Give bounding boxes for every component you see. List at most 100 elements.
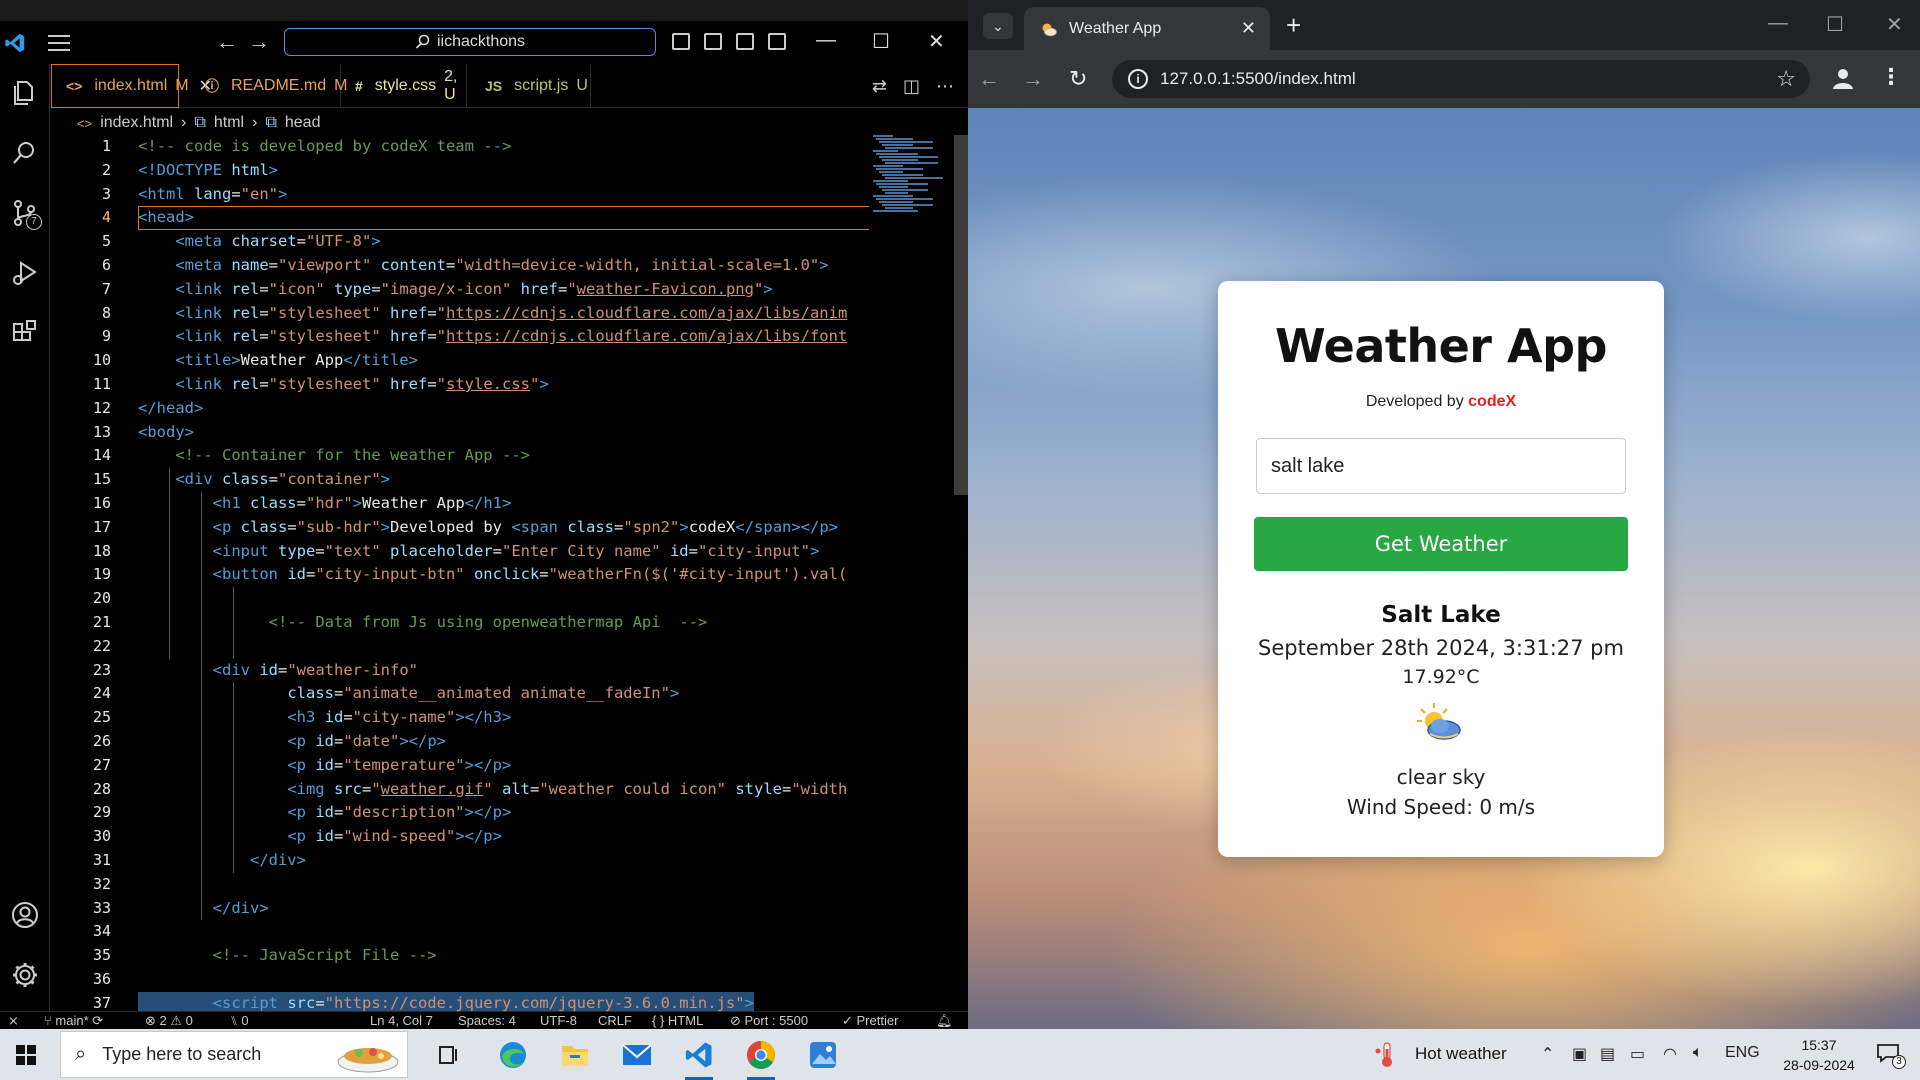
indentation[interactable]: Spaces: 4 bbox=[458, 1013, 516, 1028]
code-line[interactable]: class="animate__animated animate__fadeIn… bbox=[138, 682, 679, 706]
code-editor[interactable]: 1 2 3 4 5 6 7 8 9 10 11 12 13 14 15 16 17 18 19 20 21 22 23 24 2… bbox=[51, 135, 968, 1012]
address-bar[interactable]: i 127.0.0.1:5500/index.html ☆ bbox=[1112, 60, 1810, 98]
minimize-icon[interactable]: — bbox=[1768, 12, 1788, 35]
live-server-port[interactable]: ⊘ Port : 5500 bbox=[730, 1013, 808, 1029]
breadcrumb-item[interactable]: index.html bbox=[100, 114, 173, 132]
back-arrow-icon[interactable]: ← bbox=[216, 31, 238, 53]
profile-avatar-icon[interactable] bbox=[1830, 65, 1856, 91]
code-line[interactable]: <!-- JavaScript File --> bbox=[138, 944, 437, 968]
code-area[interactable]: <!-- code is developed by codeX team -->… bbox=[138, 135, 869, 1011]
back-arrow-icon[interactable]: ← bbox=[978, 66, 1000, 92]
taskbar-search-box[interactable]: ⌕ Type here to search bbox=[60, 1031, 408, 1078]
accounts-icon[interactable] bbox=[8, 898, 42, 932]
source-control-icon[interactable]: 7 bbox=[8, 196, 42, 230]
ports[interactable]: ⑊ 0 bbox=[230, 1013, 249, 1028]
code-line[interactable]: <link rel="stylesheet" href="https://cdn… bbox=[138, 302, 847, 326]
close-icon[interactable]: ✕ bbox=[1886, 12, 1903, 37]
code-line[interactable]: <div class="container"> bbox=[138, 468, 390, 492]
battery-icon[interactable]: ▭ bbox=[1630, 1044, 1645, 1064]
get-weather-button[interactable]: Get Weather bbox=[1254, 517, 1628, 571]
open-changes-icon[interactable]: ⇄ bbox=[872, 76, 887, 97]
maximize-icon[interactable]: ☐ bbox=[872, 29, 890, 54]
run-debug-icon[interactable] bbox=[8, 256, 42, 290]
editor-tab[interactable]: ⓘ README.md M bbox=[191, 64, 347, 108]
editor-tab[interactable]: JS script.js U bbox=[471, 64, 591, 108]
settings-gear-icon[interactable] bbox=[8, 958, 42, 992]
tab-search-chevron-icon[interactable]: ⌄ bbox=[983, 13, 1013, 39]
extensions-icon[interactable] bbox=[8, 316, 42, 350]
tab-close-icon[interactable]: ✕ bbox=[1241, 18, 1256, 39]
maximize-icon[interactable]: ☐ bbox=[1826, 12, 1844, 37]
code-line[interactable]: <div id="weather-info" bbox=[138, 659, 418, 683]
code-line[interactable]: <h3 id="city-name"></h3> bbox=[138, 706, 511, 730]
toggle-secondary-sidebar-icon[interactable] bbox=[736, 33, 754, 50]
browser-tab[interactable]: Weather App ✕ bbox=[1024, 7, 1270, 50]
code-line[interactable]: <meta charset="UTF-8"> bbox=[138, 230, 380, 254]
line-ending[interactable]: CRLF bbox=[598, 1013, 632, 1028]
vscode-taskbar-icon[interactable] bbox=[681, 1037, 717, 1080]
more-actions-icon[interactable]: ⋯ bbox=[936, 76, 954, 97]
code-line[interactable]: <button id="city-input-btn" onclick="wea… bbox=[138, 563, 848, 587]
code-line[interactable]: <p id="description"></p> bbox=[138, 801, 511, 825]
code-line[interactable]: <input type="text" placeholder="Enter Ci… bbox=[138, 540, 820, 564]
mail-icon[interactable] bbox=[619, 1037, 655, 1073]
code-line[interactable]: </head> bbox=[138, 397, 203, 421]
chrome-menu-kebab-icon[interactable]: ⋮ bbox=[1880, 64, 1902, 90]
cursor-position[interactable]: Ln 4, Col 7 bbox=[370, 1013, 433, 1028]
forward-arrow-icon[interactable]: → bbox=[248, 31, 270, 53]
code-line[interactable]: <!-- Container for the weather App --> bbox=[138, 444, 530, 468]
chrome-taskbar-icon[interactable] bbox=[743, 1037, 779, 1080]
file-explorer-icon[interactable] bbox=[557, 1037, 593, 1073]
code-line[interactable]: </div> bbox=[138, 849, 306, 873]
problems[interactable]: ⊗ 2 ⚠ 0 bbox=[145, 1013, 193, 1029]
code-line[interactable]: <!-- Data from Js using openweathermap A… bbox=[138, 611, 708, 635]
search-icon[interactable] bbox=[8, 136, 42, 170]
code-line[interactable]: <html lang="en"> bbox=[138, 183, 287, 207]
editor-tab[interactable]: <> index.html M ✕ bbox=[51, 64, 212, 108]
command-center[interactable]: iichackthons bbox=[284, 28, 656, 56]
photos-app-icon[interactable] bbox=[805, 1037, 841, 1073]
code-line[interactable]: <h1 class="hdr">Weather App</h1> bbox=[138, 492, 512, 516]
breadcrumb-item[interactable]: head bbox=[285, 114, 321, 132]
task-view-icon[interactable] bbox=[431, 1037, 467, 1073]
code-line[interactable]: <p class="sub-hdr">Developed by <span cl… bbox=[138, 516, 838, 540]
notification-center-icon[interactable]: 3 bbox=[1876, 1043, 1906, 1069]
tray-app-icon[interactable]: ▤ bbox=[1600, 1044, 1615, 1064]
reload-icon[interactable]: ↻ bbox=[1069, 66, 1087, 92]
code-line[interactable]: <!DOCTYPE html> bbox=[138, 159, 278, 183]
tray-overflow-chevron-icon[interactable]: ⌃ bbox=[1541, 1044, 1554, 1064]
forward-arrow-icon[interactable]: → bbox=[1022, 66, 1044, 92]
editor-scrollbar[interactable] bbox=[954, 135, 968, 495]
code-line[interactable]: </div> bbox=[138, 897, 269, 921]
customize-layout-icon[interactable] bbox=[768, 33, 786, 50]
close-icon[interactable]: ✕ bbox=[928, 29, 945, 54]
edge-browser-icon[interactable] bbox=[495, 1037, 531, 1073]
code-line[interactable]: <head> bbox=[138, 206, 869, 231]
menu-icon[interactable] bbox=[48, 34, 70, 51]
windows-start-icon[interactable] bbox=[16, 1045, 36, 1065]
notifications-bell-icon[interactable]: 🔔︎ bbox=[936, 1013, 953, 1029]
code-line[interactable]: <p id="wind-speed"></p> bbox=[138, 825, 502, 849]
site-info-icon[interactable]: i bbox=[1128, 69, 1148, 89]
code-line[interactable]: <p id="temperature"></p> bbox=[138, 754, 511, 778]
editor-tab[interactable]: # style.css 2, U bbox=[341, 64, 467, 108]
weather-widget-text[interactable]: Hot weather bbox=[1415, 1044, 1507, 1064]
code-line[interactable]: <img src="weather.gif" alt="weather coul… bbox=[138, 778, 847, 802]
prettier-status[interactable]: ✓ Prettier bbox=[842, 1013, 898, 1029]
git-branch[interactable]: ⑂ main* ⟳ bbox=[44, 1013, 103, 1029]
minimize-icon[interactable]: — bbox=[816, 29, 836, 52]
breadcrumb-item[interactable]: html bbox=[214, 114, 244, 132]
system-clock[interactable]: 15:37 28-09-2024 bbox=[1779, 1035, 1859, 1075]
minimap[interactable] bbox=[873, 135, 943, 215]
remote-icon[interactable]: ⨯ bbox=[8, 1013, 19, 1029]
weather-thermometer-icon[interactable] bbox=[1374, 1041, 1400, 1069]
code-line[interactable]: <meta name="viewport" content="width=dev… bbox=[138, 254, 828, 278]
toggle-primary-sidebar-icon[interactable] bbox=[672, 33, 690, 50]
code-line[interactable]: <link rel="icon" type="image/x-icon" hre… bbox=[138, 278, 772, 302]
code-line[interactable]: <link rel="stylesheet" href="style.css"> bbox=[138, 373, 548, 397]
wifi-icon[interactable]: ◠ bbox=[1663, 1044, 1677, 1064]
new-tab-plus-icon[interactable]: + bbox=[1286, 10, 1301, 41]
code-line[interactable]: <title>Weather App</title> bbox=[138, 349, 418, 373]
explorer-icon[interactable] bbox=[8, 76, 42, 110]
tray-app-icon[interactable]: ▣ bbox=[1572, 1044, 1587, 1064]
